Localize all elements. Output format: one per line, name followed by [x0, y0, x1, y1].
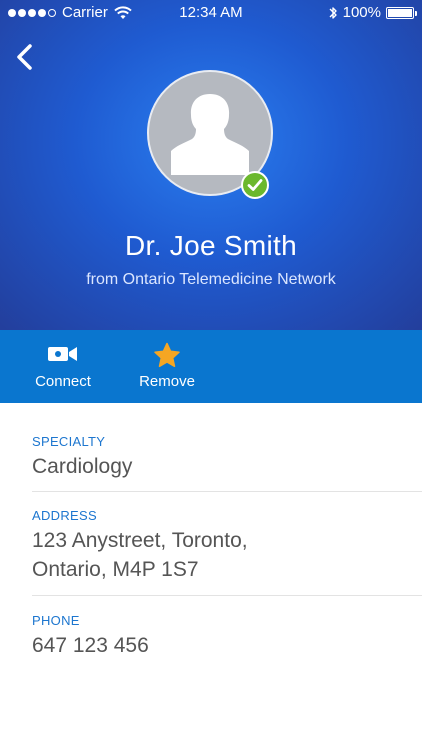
specialty-value: Cardiology	[32, 455, 133, 478]
action-bar: Connect Remove	[0, 330, 422, 403]
battery-level	[388, 8, 412, 17]
address-line-1: 123 Anystreet, Toronto,	[32, 529, 248, 552]
verified-check-icon	[241, 171, 269, 199]
battery-icon	[386, 6, 417, 19]
specialty-field: SPECIALTY Cardiology	[32, 434, 420, 481]
remove-button[interactable]: Remove	[128, 330, 206, 403]
organization-label: from Ontario Telemedicine Network	[86, 271, 336, 288]
address-line-2: Ontario, M4P 1S7	[32, 558, 199, 581]
phone-value[interactable]: 647 123 456	[32, 631, 420, 660]
battery-percentage: 100%	[342, 4, 381, 21]
address-label: ADDRESS	[32, 508, 97, 523]
specialty-label: SPECIALTY	[32, 434, 106, 449]
phone-label: PHONE	[32, 613, 80, 628]
profile-header: Carrier 12:34 AM 100% Dr. Joe Smith from…	[0, 0, 422, 330]
connect-button[interactable]: Connect	[22, 330, 104, 403]
phone-field: PHONE 647 123 456	[32, 613, 420, 660]
bluetooth-icon	[329, 6, 337, 19]
divider	[32, 491, 422, 492]
divider	[32, 595, 422, 596]
address-field: ADDRESS 123 Anystreet, Toronto, Ontario,…	[32, 508, 420, 584]
video-camera-icon	[48, 347, 77, 361]
back-button[interactable]	[10, 40, 40, 74]
remove-label: Remove	[139, 373, 195, 390]
star-icon	[154, 342, 180, 368]
status-bar: Carrier 12:34 AM 100%	[0, 0, 422, 26]
connect-label: Connect	[35, 373, 91, 390]
status-right: 100%	[328, 4, 417, 21]
chevron-left-icon	[17, 44, 32, 70]
doctor-name: Dr. Joe Smith	[125, 230, 297, 261]
